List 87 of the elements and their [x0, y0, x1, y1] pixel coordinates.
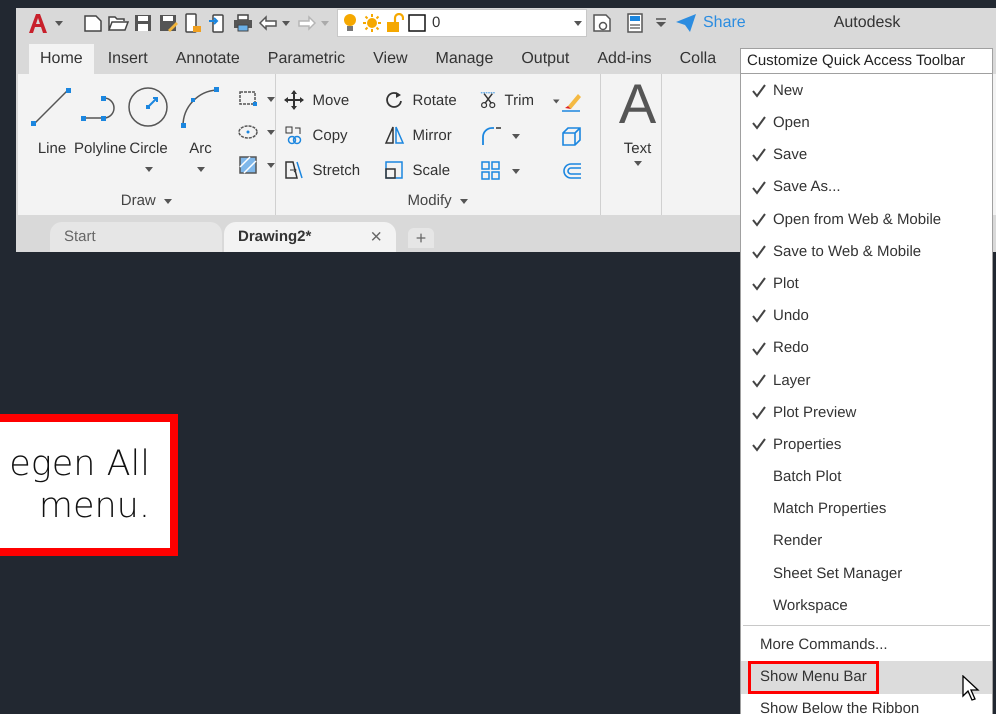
ribbon-tab[interactable]: Add-ins	[583, 44, 666, 74]
menu-item[interactable]: Sheet Set Manager	[741, 558, 992, 590]
draw-tool-button[interactable]: Circle	[126, 86, 171, 186]
caret-icon[interactable]	[266, 96, 275, 102]
draw-option-button[interactable]	[236, 154, 275, 176]
modify-tool-button[interactable]: Rotate	[384, 86, 480, 116]
app-title: Autodesk	[834, 13, 900, 33]
ribbon-tab[interactable]: Insert	[94, 44, 162, 74]
highlight-box: Show Menu Bar	[748, 661, 879, 694]
menu-item[interactable]: Workspace	[741, 590, 992, 622]
menu-item[interactable]: Batch Plot	[741, 461, 992, 494]
ribbon-tab[interactable]: Parametric	[254, 44, 360, 74]
caret-icon[interactable]	[634, 160, 642, 166]
menu-item[interactable]: Plot	[741, 268, 992, 300]
menu-item[interactable]: New	[741, 75, 992, 108]
light-bulb-icon	[342, 13, 358, 33]
text-tool-button[interactable]: A Text	[600, 74, 661, 215]
sun-icon	[362, 13, 382, 33]
modify-tool-button[interactable]: Copy	[284, 121, 384, 151]
callout-text: egen All	[9, 443, 150, 485]
menu-item[interactable]: Properties	[741, 429, 992, 462]
new-tab-button[interactable]: +	[408, 228, 434, 248]
callout-text: menu.	[38, 485, 150, 527]
properties-panel-icon[interactable]	[625, 12, 645, 34]
caret-icon[interactable]	[266, 130, 275, 134]
caret-icon[interactable]	[512, 134, 520, 138]
move-arrows-icon	[284, 90, 306, 112]
modify-tool-button[interactable]: Move	[284, 86, 384, 116]
mirror-triangles-icon	[384, 125, 406, 147]
fillet-corner-icon	[480, 125, 502, 147]
caret-icon[interactable]	[55, 20, 63, 26]
padlock-icon	[386, 13, 404, 33]
draw-tool-button[interactable]: Line	[30, 86, 74, 186]
menu-item[interactable]: Save	[741, 139, 992, 172]
ribbon-tab[interactable]: View	[359, 44, 422, 74]
menu-item[interactable]: Render	[741, 526, 992, 558]
close-tab-button[interactable]: ×	[370, 222, 382, 252]
modify-tool-button[interactable]: Trim	[480, 86, 560, 116]
paper-plane-icon	[675, 13, 697, 33]
caret-icon[interactable]	[196, 166, 205, 172]
caret-icon[interactable]	[552, 98, 560, 104]
magnifier-page-icon[interactable]	[591, 12, 613, 34]
menu-item[interactable]: Plot Preview	[741, 396, 992, 430]
floppy-disk-pencil-icon[interactable]	[157, 12, 179, 34]
ribbon-tab[interactable]: Home	[29, 44, 94, 74]
modify-tool-button[interactable]: Mirror	[384, 121, 480, 151]
color-swatch-icon	[408, 14, 426, 32]
undo-icon[interactable]	[257, 12, 279, 34]
caret-icon[interactable]	[460, 198, 468, 204]
menu-item[interactable]: Layer	[741, 364, 992, 397]
menu-item[interactable]: Open	[741, 107, 992, 140]
menu-item[interactable]: Save to Web & Mobile	[741, 236, 992, 268]
modify-tool-button[interactable]: Scale	[384, 156, 480, 186]
layer-dropdown[interactable]: 0	[337, 9, 587, 37]
caret-icon[interactable]	[144, 166, 153, 172]
ribbon-tab[interactable]: Annotate	[162, 44, 254, 74]
panel-title[interactable]: Modify	[276, 187, 600, 215]
document-tab[interactable]: Drawing2* ×	[224, 222, 396, 252]
draw-tool-button[interactable]: Polyline	[74, 86, 127, 186]
dropdown-caret-icon[interactable]	[574, 20, 582, 26]
caret-icon[interactable]	[266, 162, 275, 168]
cursor-icon	[962, 675, 980, 701]
modify-tool-button[interactable]: Stretch	[284, 156, 384, 186]
document-tab[interactable]: Start	[50, 222, 222, 252]
caret-icon[interactable]	[282, 20, 290, 26]
customize-caret-icon[interactable]	[655, 18, 667, 28]
scale-squares-icon	[384, 160, 406, 182]
menu-item[interactable]: Redo	[741, 332, 992, 365]
caret-icon[interactable]	[164, 198, 172, 204]
menu-item[interactable]: Open from Web & Mobile	[741, 204, 992, 236]
ribbon-tab[interactable]: Output	[507, 44, 584, 74]
caret-icon[interactable]	[512, 168, 520, 174]
menu-item[interactable]: Show Menu Bar	[741, 661, 992, 694]
panel-title[interactable]: Draw	[18, 187, 275, 215]
ribbon-tab[interactable]: Colla	[666, 44, 730, 74]
app-logo-icon[interactable]	[27, 12, 49, 34]
menu-item[interactable]: Save As...	[741, 172, 992, 204]
box-3d-icon[interactable]	[560, 124, 584, 148]
menu-item[interactable]: Match Properties	[741, 493, 992, 526]
menu-item[interactable]: Undo	[741, 300, 992, 332]
layer-name: 0	[432, 12, 442, 33]
menu-title: Customize Quick Access Toolbar	[741, 49, 992, 74]
array-grid-icon	[480, 160, 502, 182]
printer-icon[interactable]	[232, 12, 254, 34]
draw-tool-button[interactable]: Arc	[170, 86, 231, 186]
ribbon-tab[interactable]: Manage	[422, 44, 508, 74]
hatch-icon	[236, 154, 259, 176]
